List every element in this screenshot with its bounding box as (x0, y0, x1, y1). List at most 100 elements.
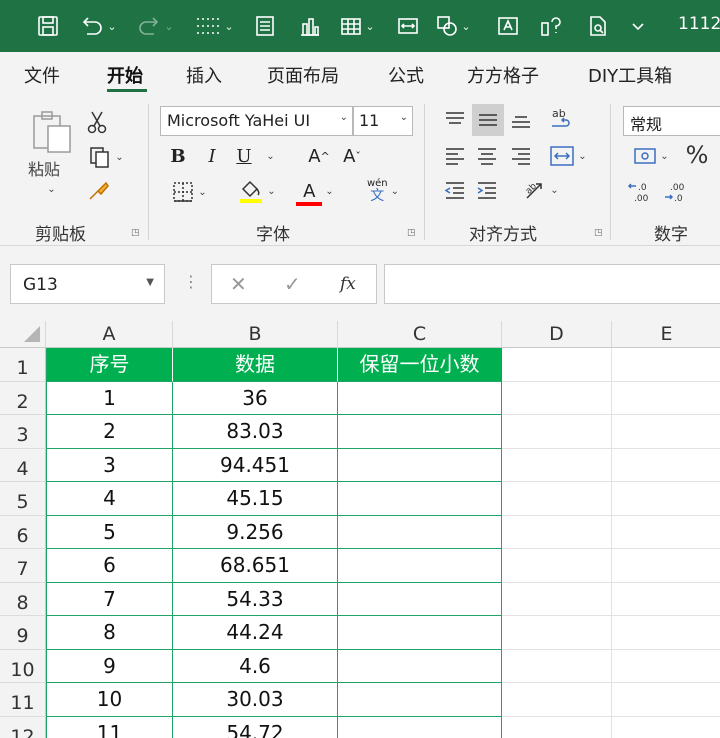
insert-function-button[interactable]: fx (340, 274, 356, 294)
increase-indent-icon[interactable] (472, 176, 502, 204)
print-preview-icon[interactable] (583, 9, 613, 43)
table-cell[interactable] (338, 448, 502, 482)
table-cell[interactable]: 94.451 (173, 448, 338, 482)
cell[interactable] (612, 482, 720, 516)
decrease-indent-icon[interactable] (440, 176, 470, 204)
row-header[interactable]: 11 (0, 683, 46, 717)
cell[interactable] (502, 716, 612, 738)
row-header[interactable]: 5 (0, 482, 46, 516)
paste-button[interactable]: 粘贴 (28, 156, 60, 180)
table-cell[interactable] (338, 515, 502, 549)
accounting-format-button[interactable]: ⌄ (626, 142, 676, 170)
table-header-cell[interactable]: 序号 (46, 348, 173, 382)
shapes-icon[interactable]: ⌄ (435, 9, 471, 43)
decrease-decimal-icon[interactable]: .00.0 (662, 178, 690, 206)
table-cell[interactable]: 30.03 (173, 683, 338, 717)
row-header[interactable]: 9 (0, 616, 46, 650)
italic-button[interactable]: I (200, 142, 224, 170)
fill-color-button[interactable]: ⌄ (232, 176, 282, 206)
cell[interactable] (502, 448, 612, 482)
table-cell[interactable] (338, 381, 502, 415)
redo-icon[interactable]: ⌄ (133, 9, 177, 43)
table-cell[interactable]: 54.72 (173, 716, 338, 738)
table-cell[interactable]: 36 (173, 381, 338, 415)
table-cell[interactable] (338, 482, 502, 516)
cell[interactable] (502, 348, 612, 382)
row-header[interactable]: 6 (0, 515, 46, 549)
table-cell[interactable]: 8 (46, 616, 173, 650)
table-cell[interactable]: 6 (46, 549, 173, 583)
cell[interactable] (612, 382, 720, 415)
formula-input[interactable] (384, 264, 720, 304)
cell[interactable] (502, 582, 612, 616)
row-header[interactable]: 3 (0, 415, 46, 449)
help-icon[interactable] (536, 9, 566, 43)
column-header-b[interactable]: B (173, 321, 338, 348)
align-middle-icon[interactable] (472, 104, 504, 136)
underline-dropdown[interactable]: ⌄ (260, 142, 278, 170)
table-cell[interactable]: 83.03 (173, 415, 338, 449)
fit-icon[interactable] (393, 9, 423, 43)
cell[interactable] (612, 549, 720, 583)
undo-icon[interactable]: ⌄ (76, 9, 120, 43)
enter-icon[interactable]: ✓ (284, 272, 301, 296)
table-cell[interactable]: 68.651 (173, 549, 338, 583)
table-cell[interactable] (338, 549, 502, 583)
alignment-launcher-icon[interactable]: ◳ (594, 228, 603, 238)
table-cell[interactable]: 3 (46, 448, 173, 482)
phonetic-guide-button[interactable]: wén 文 ⌄ (358, 176, 408, 206)
table-cell[interactable] (338, 649, 502, 683)
row-header[interactable]: 8 (0, 582, 46, 616)
table-cell[interactable]: 2 (46, 415, 173, 449)
table-cell[interactable]: 9.256 (173, 515, 338, 549)
bold-button[interactable]: B (166, 142, 190, 170)
paste-icon[interactable] (28, 108, 76, 154)
save-icon[interactable] (32, 9, 64, 43)
tab-formulas[interactable]: 公式 (388, 62, 424, 88)
table-cell[interactable] (338, 582, 502, 616)
table-cell[interactable]: 4.6 (173, 649, 338, 683)
format-painter-icon[interactable] (84, 178, 112, 204)
cell[interactable] (612, 717, 720, 738)
table-header-cell[interactable]: 保留一位小数 (338, 348, 502, 382)
cell[interactable] (612, 348, 720, 382)
cell[interactable] (502, 549, 612, 583)
cell[interactable] (502, 515, 612, 549)
align-center-icon[interactable] (472, 142, 502, 170)
table-cell[interactable]: 54.33 (173, 582, 338, 616)
align-left-icon[interactable] (440, 142, 470, 170)
grid-icon[interactable]: ⌄ (333, 9, 381, 43)
row-header[interactable]: 7 (0, 549, 46, 583)
cancel-icon[interactable]: ✕ (230, 272, 247, 296)
table-cell[interactable] (338, 716, 502, 738)
table-cell[interactable]: 44.24 (173, 616, 338, 650)
cell[interactable] (502, 683, 612, 717)
table-cell[interactable]: 1 (46, 381, 173, 415)
column-header-d[interactable]: D (502, 321, 612, 348)
clipboard-launcher-icon[interactable]: ◳ (131, 228, 140, 238)
align-top-icon[interactable] (440, 106, 470, 134)
font-color-button[interactable]: A ⌄ (290, 176, 340, 206)
tab-file[interactable]: 文件 (24, 62, 60, 88)
textbox-icon[interactable] (493, 9, 523, 43)
cut-icon[interactable] (84, 108, 110, 136)
cell[interactable] (502, 381, 612, 415)
increase-decimal-icon[interactable]: .0.00 (626, 178, 654, 206)
table-cell[interactable] (338, 616, 502, 650)
form-icon[interactable] (250, 9, 280, 43)
wrap-text-icon[interactable]: ab (544, 104, 578, 136)
cell[interactable] (612, 650, 720, 683)
table-cell[interactable] (338, 415, 502, 449)
tab-fangfang-gezi[interactable]: 方方格子 (467, 62, 539, 88)
table-cell[interactable]: 5 (46, 515, 173, 549)
align-right-icon[interactable] (506, 142, 536, 170)
chart-icon[interactable] (295, 9, 325, 43)
underline-button[interactable]: U (232, 142, 256, 170)
column-header-c[interactable]: C (338, 321, 502, 348)
copy-icon[interactable]: ⌄ (82, 144, 130, 170)
table-cell[interactable] (338, 683, 502, 717)
cell[interactable] (612, 516, 720, 549)
row-header[interactable]: 10 (0, 649, 46, 683)
tab-diy-toolbox[interactable]: DIY工具箱 (588, 62, 672, 88)
cell[interactable] (612, 583, 720, 616)
